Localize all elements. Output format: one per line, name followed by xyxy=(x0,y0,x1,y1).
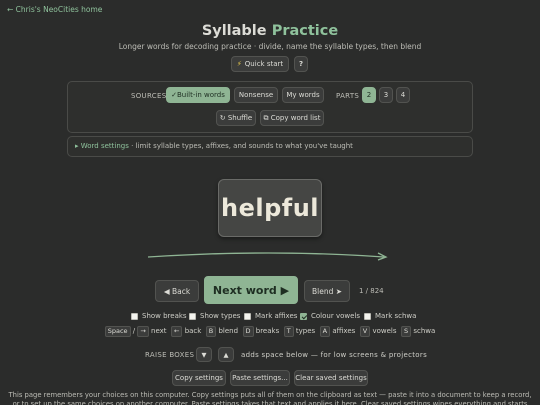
parts-label: PARTS xyxy=(336,92,360,100)
home-link[interactable]: ← Chris's NeoCities home xyxy=(7,5,102,14)
blend-shortcut-label: blend xyxy=(218,327,239,335)
toggle-show-types[interactable]: Show types xyxy=(189,311,240,321)
key-v: V xyxy=(359,326,371,337)
word-settings-toggle[interactable]: ▸ Word settings · limit syllable types, … xyxy=(75,142,353,150)
raise-boxes-row: RAISE BOXES ▼ ▲ adds space below — for l… xyxy=(0,347,540,362)
next-shortcut-label: next xyxy=(151,327,167,335)
types-shortcut-label: types xyxy=(295,327,316,335)
key-left-arrow: ← xyxy=(171,326,183,337)
mark-schwa-checkbox[interactable] xyxy=(364,312,371,320)
word-counter: 1 / 824 xyxy=(359,287,384,295)
title-main: Syllable xyxy=(201,23,267,39)
colour-vowels-label: Colour vowels xyxy=(311,312,360,320)
copy-settings-button[interactable]: Copy settings xyxy=(172,370,226,386)
schwa-shortcut-label: schwa xyxy=(413,327,436,335)
show-types-checkbox[interactable] xyxy=(189,312,196,320)
sources-label: SOURCES xyxy=(131,92,167,100)
key-right-arrow: → xyxy=(137,326,149,337)
lightning-icon: ⚡ xyxy=(236,60,242,68)
toggle-mark-affixes[interactable]: Mark affixes xyxy=(244,311,297,321)
keyboard-shortcuts: Space / → next ← back B blend D breaks T… xyxy=(0,326,540,337)
copy-word-list-button[interactable]: ⧉ Copy word list xyxy=(260,110,324,126)
mark-schwa-label: Mark schwa xyxy=(375,312,417,320)
show-types-label: Show types xyxy=(200,312,241,320)
word-settings-heading: ▸ Word settings xyxy=(75,142,129,150)
clear-settings-button[interactable]: Clear saved settings xyxy=(294,370,368,386)
vowels-shortcut-label: vowels xyxy=(372,327,397,335)
key-d: D xyxy=(242,326,254,337)
toggle-show-breaks[interactable]: Show breaks xyxy=(131,311,187,321)
key-b: B xyxy=(205,326,217,337)
toggle-colour-vowels[interactable]: Colour vowels xyxy=(300,311,360,321)
page-title: Syllable Practice xyxy=(0,23,540,39)
quick-start-button[interactable]: ⚡ Quick start xyxy=(231,56,289,72)
mark-affixes-label: Mark affixes xyxy=(255,312,298,320)
key-a: A xyxy=(319,326,331,337)
back-shortcut-label: back xyxy=(184,327,202,335)
source-my-words-button[interactable]: My words xyxy=(282,87,324,103)
word-settings-text: · limit syllable types, affixes, and sou… xyxy=(128,142,353,150)
breaks-shortcut-label: breaks xyxy=(255,327,280,335)
back-button[interactable]: ◀ Back xyxy=(155,280,199,302)
shuffle-button[interactable]: ↻ Shuffle xyxy=(216,110,256,126)
quick-start-label: Quick start xyxy=(244,60,284,68)
parts-4-button[interactable]: 4 xyxy=(396,87,410,103)
key-s: S xyxy=(400,326,412,337)
mark-affixes-checkbox[interactable] xyxy=(244,312,251,320)
raise-up-button[interactable]: ▲ xyxy=(218,347,234,362)
word-card: helpful xyxy=(218,179,322,237)
show-breaks-label: Show breaks xyxy=(142,312,187,320)
next-word-button[interactable]: Next word ▶ xyxy=(204,276,298,304)
colour-vowels-checkbox[interactable] xyxy=(300,312,307,320)
affixes-shortcut-label: affixes xyxy=(332,327,356,335)
blend-arrow-icon xyxy=(147,252,388,261)
raise-boxes-hint: adds space below — for low screens & pro… xyxy=(241,351,428,359)
raise-boxes-label: RAISE BOXES xyxy=(145,351,195,359)
paste-settings-button[interactable]: Paste settings... xyxy=(230,370,290,386)
show-breaks-checkbox[interactable] xyxy=(131,312,138,320)
source-builtin-button[interactable]: ✓Built-in words xyxy=(166,87,230,103)
footer-text: This page remembers your choices on this… xyxy=(8,391,532,405)
key-t: T xyxy=(283,326,294,337)
blend-button[interactable]: Blend ➤ xyxy=(304,280,350,302)
parts-3-button[interactable]: 3 xyxy=(379,87,393,103)
parts-2-button[interactable]: 2 xyxy=(362,87,376,103)
toggle-mark-schwa[interactable]: Mark schwa xyxy=(364,311,416,321)
source-nonsense-button[interactable]: Nonsense xyxy=(234,87,278,103)
help-button[interactable]: ? xyxy=(294,56,308,72)
raise-down-button[interactable]: ▼ xyxy=(196,347,212,362)
key-space: Space xyxy=(104,326,131,337)
page-subtitle: Longer words for decoding practice · div… xyxy=(118,42,422,51)
title-accent: Practice xyxy=(271,23,339,39)
key-slash-text: / xyxy=(132,327,136,335)
